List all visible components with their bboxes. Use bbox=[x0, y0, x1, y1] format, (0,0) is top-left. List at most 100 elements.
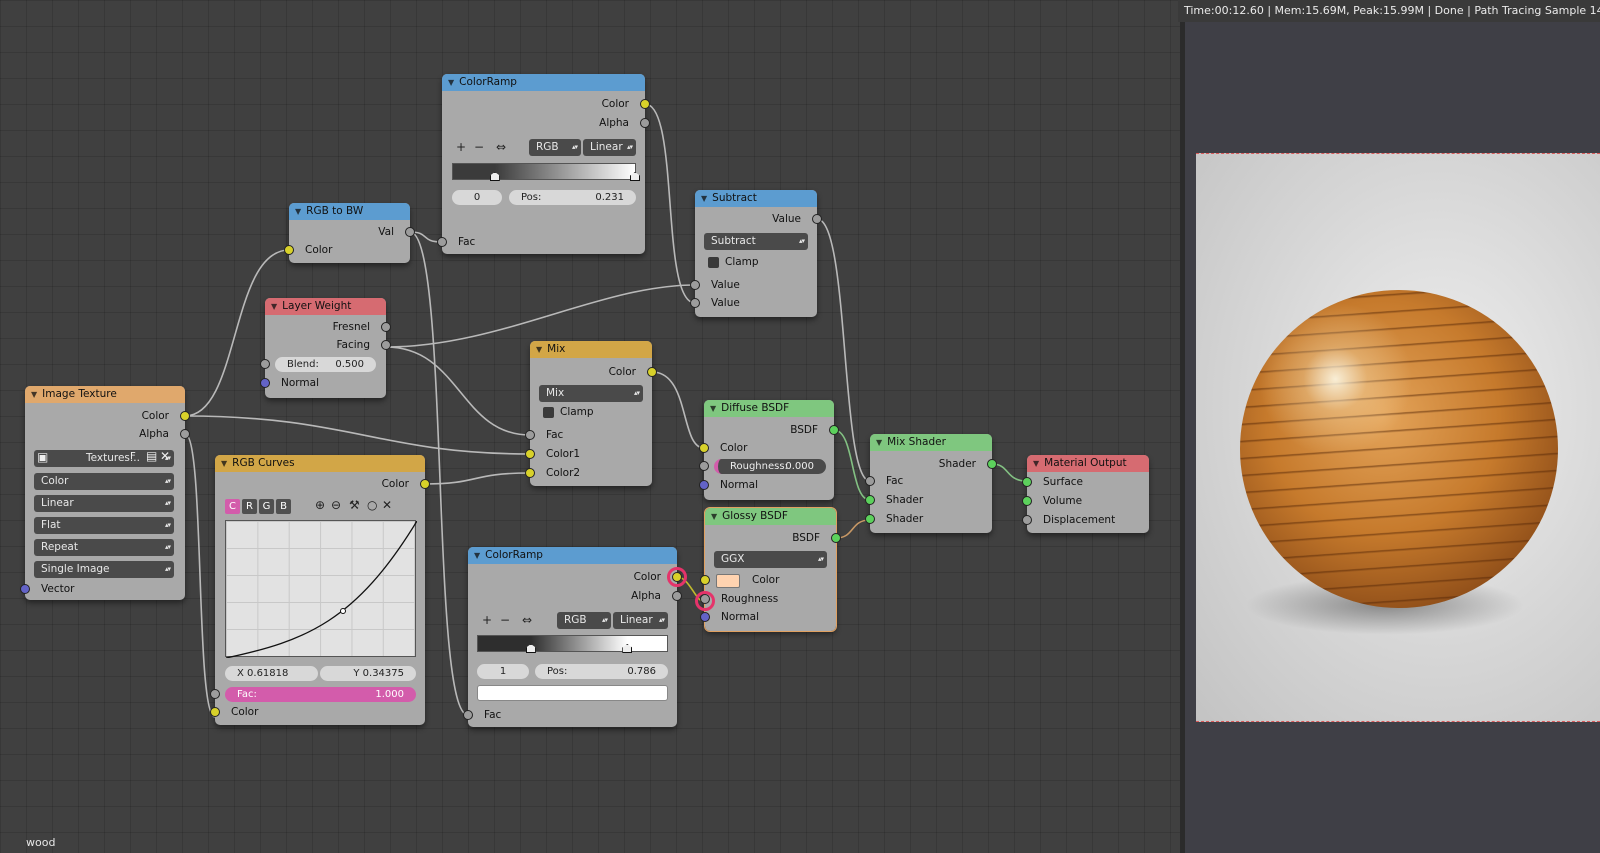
node-glossy-bsdf[interactable]: ▼Glossy BSDF BSDF GGX Color Roughness No… bbox=[700, 507, 841, 632]
output-socket-alpha[interactable] bbox=[180, 429, 190, 439]
input-socket-color[interactable] bbox=[699, 443, 709, 453]
output-socket-color[interactable] bbox=[640, 99, 650, 109]
remove-icon[interactable]: − bbox=[474, 140, 484, 154]
y-coord-field[interactable]: Y 0.34375 bbox=[320, 666, 416, 681]
flip-icon[interactable]: ⇔ bbox=[496, 140, 506, 154]
input-socket-volume[interactable] bbox=[1022, 496, 1032, 506]
input-socket-value1[interactable] bbox=[690, 280, 700, 290]
node-header[interactable]: ▼ ColorRamp bbox=[468, 547, 677, 564]
close-icon[interactable]: ✕ bbox=[160, 449, 170, 463]
input-socket-color2[interactable] bbox=[525, 468, 535, 478]
color-space-dropdown[interactable]: Color bbox=[34, 473, 174, 490]
output-socket-bsdf[interactable] bbox=[831, 533, 841, 543]
output-socket-val[interactable] bbox=[405, 227, 415, 237]
ramp-stop-marker[interactable] bbox=[525, 644, 536, 653]
distribution-dropdown[interactable]: GGX bbox=[714, 551, 827, 568]
input-socket-shader2[interactable] bbox=[865, 514, 875, 524]
node-image-texture[interactable]: ▼Image Texture Color Alpha Textures... ▣… bbox=[20, 386, 190, 600]
remove-icon[interactable]: − bbox=[500, 613, 510, 627]
extension-dropdown[interactable]: Repeat bbox=[34, 539, 174, 556]
add-icon[interactable]: + bbox=[456, 140, 466, 154]
node-header[interactable]: ▼ Mix bbox=[530, 341, 652, 358]
ramp-stop-marker[interactable] bbox=[489, 172, 500, 181]
ramp-stop-marker[interactable] bbox=[622, 644, 633, 653]
input-socket-roughness[interactable] bbox=[699, 461, 709, 471]
node-header[interactable]: ▼ Material Output bbox=[1027, 455, 1149, 472]
node-header[interactable]: ▼ Mix Shader bbox=[870, 434, 992, 451]
flip-icon[interactable]: ⇔ bbox=[522, 613, 532, 627]
output-socket-color[interactable] bbox=[647, 367, 657, 377]
output-socket-value[interactable] bbox=[812, 214, 822, 224]
input-socket-value2[interactable] bbox=[690, 298, 700, 308]
stop-index-field[interactable]: 1 bbox=[477, 664, 529, 679]
node-header[interactable]: ▼ Glossy BSDF bbox=[705, 508, 836, 525]
node-diffuse-bsdf[interactable]: ▼ Diffuse BSDF BSDF Color Roughness: 0.000… bbox=[699, 400, 839, 500]
position-field[interactable]: Pos: 0.231 bbox=[509, 190, 636, 205]
output-socket-color[interactable] bbox=[180, 411, 190, 421]
node-mix[interactable]: ▼Mix Color Mix Clamp Fac Color1 Color2 bbox=[525, 341, 657, 486]
interpolation-dropdown[interactable]: Linear bbox=[613, 612, 668, 629]
node-header[interactable]: ▼ Layer Weight bbox=[265, 298, 386, 315]
node-material-output[interactable]: ▼ Material Output Surface Volume Displace… bbox=[1022, 455, 1149, 533]
input-socket-normal[interactable] bbox=[699, 480, 709, 490]
input-socket-color[interactable] bbox=[700, 575, 710, 585]
input-socket-surface[interactable] bbox=[1022, 477, 1032, 487]
node-header[interactable]: ▼ Diffuse BSDF bbox=[704, 400, 834, 417]
folder-icon[interactable]: ▤ bbox=[146, 449, 157, 463]
projection-dropdown[interactable]: Flat bbox=[34, 517, 174, 534]
blend-field[interactable]: Blend: 0.500 bbox=[275, 357, 376, 372]
interpolation-dropdown[interactable]: Linear bbox=[583, 139, 636, 156]
output-socket-color[interactable] bbox=[420, 479, 430, 489]
reset-icon[interactable]: ✕ bbox=[382, 498, 392, 512]
stop-index-field[interactable]: 0 bbox=[452, 190, 502, 205]
interpolation-dropdown[interactable]: Linear bbox=[34, 495, 174, 512]
operation-dropdown[interactable]: Subtract bbox=[704, 233, 808, 250]
add-icon[interactable]: + bbox=[482, 613, 492, 627]
color-mode-dropdown[interactable]: RGB bbox=[529, 139, 581, 156]
clamp-checkbox[interactable] bbox=[543, 407, 554, 418]
input-socket-normal[interactable] bbox=[260, 378, 270, 388]
stop-color-swatch[interactable] bbox=[477, 685, 668, 701]
node-colorramp-top[interactable]: ▼ColorRamp Color Alpha + − ⇔ RGB Linear … bbox=[437, 74, 650, 254]
input-socket-blend[interactable] bbox=[260, 359, 270, 369]
source-dropdown[interactable]: Single Image bbox=[34, 561, 174, 578]
input-socket-fac[interactable] bbox=[437, 237, 447, 247]
color-mode-dropdown[interactable]: RGB bbox=[557, 612, 611, 629]
color-ramp-gradient[interactable] bbox=[452, 163, 640, 181]
output-socket-fresnel[interactable] bbox=[381, 322, 391, 332]
ramp-stop-marker[interactable] bbox=[630, 172, 640, 181]
output-socket-alpha[interactable] bbox=[640, 118, 650, 128]
zoom-out-icon[interactable]: ⊖ bbox=[331, 498, 341, 512]
curve-graph[interactable] bbox=[225, 520, 418, 659]
input-socket-vector[interactable] bbox=[20, 584, 30, 594]
image-icon[interactable]: ▣ bbox=[37, 450, 48, 464]
node-rgb-to-bw[interactable]: ▼ RGB to BW Val Color bbox=[284, 203, 415, 263]
channel-g-button[interactable]: G bbox=[259, 499, 274, 514]
node-header[interactable]: ▼ ColorRamp bbox=[442, 74, 645, 91]
zoom-in-icon[interactable]: ⊕ bbox=[315, 498, 325, 512]
input-socket-shader1[interactable] bbox=[865, 495, 875, 505]
input-socket-fac[interactable] bbox=[463, 710, 473, 720]
input-socket-color1[interactable] bbox=[525, 449, 535, 459]
x-coord-field[interactable]: X 0.61818 bbox=[225, 666, 318, 681]
channel-r-button[interactable]: R bbox=[242, 499, 257, 514]
node-mix-shader[interactable]: ▼ Mix Shader Shader Fac Shader Shader bbox=[865, 434, 997, 533]
output-socket-shader[interactable] bbox=[987, 459, 997, 469]
output-socket-bsdf[interactable] bbox=[829, 425, 839, 435]
node-header[interactable]: ▼ RGB Curves bbox=[215, 455, 425, 472]
fake-user-button[interactable]: F bbox=[130, 451, 136, 462]
color-swatch[interactable] bbox=[716, 574, 740, 588]
node-header[interactable]: ▼ Subtract bbox=[695, 190, 817, 207]
node-colorramp-bottom[interactable]: ▼ColorRamp Color Alpha + − ⇔ RGB Linear … bbox=[463, 547, 682, 727]
input-socket-fac[interactable] bbox=[210, 689, 220, 699]
fac-slider[interactable]: Fac: 1.000 bbox=[225, 687, 416, 702]
blend-type-dropdown[interactable]: Mix bbox=[539, 385, 643, 402]
color-ramp-gradient[interactable] bbox=[477, 635, 668, 653]
node-header[interactable]: ▼ Image Texture bbox=[25, 386, 185, 403]
node-editor[interactable]: ▼Image Texture Color Alpha Textures... ▣… bbox=[0, 0, 1185, 853]
roughness-field[interactable]: Roughness: 0.000 bbox=[714, 459, 826, 474]
clip-icon[interactable]: ○ bbox=[367, 498, 377, 512]
position-field[interactable]: Pos: 0.786 bbox=[535, 664, 668, 679]
input-socket-fac[interactable] bbox=[525, 430, 535, 440]
input-socket-color[interactable] bbox=[210, 707, 220, 717]
